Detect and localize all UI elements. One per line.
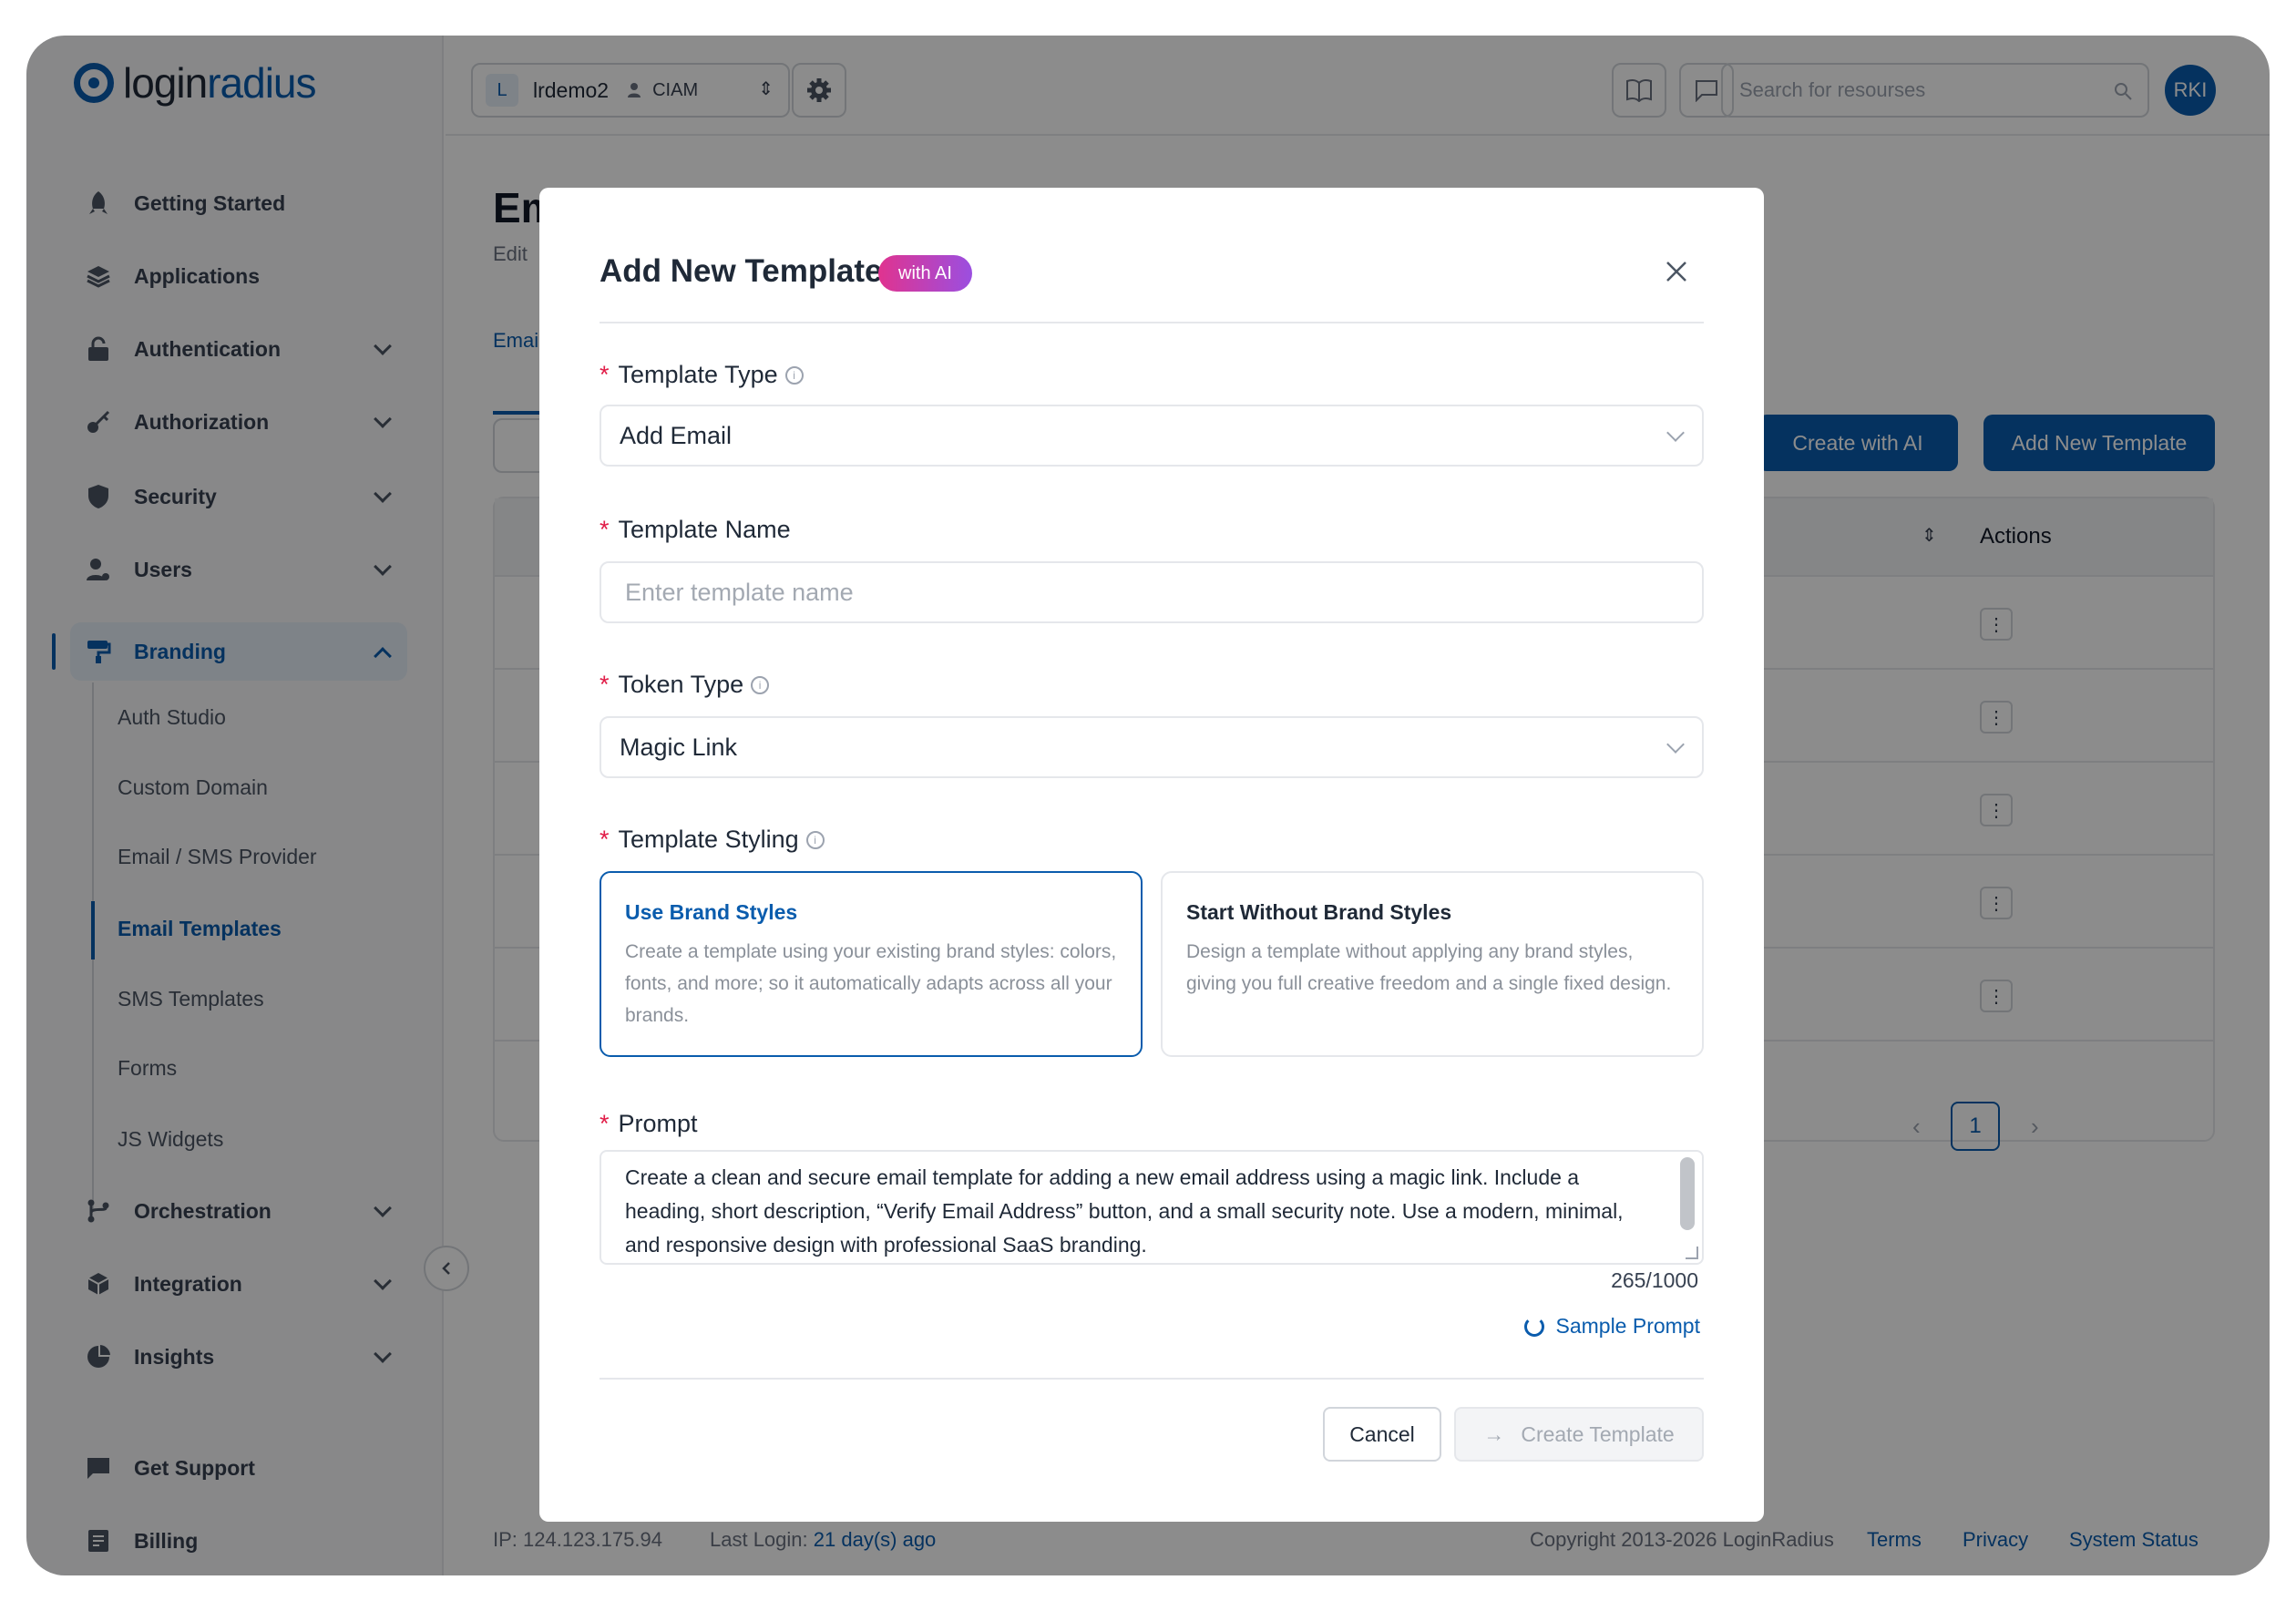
create-template-button[interactable]: → Create Template xyxy=(1454,1407,1704,1462)
start-without-brand-styles-card[interactable]: Start Without Brand Styles Design a temp… xyxy=(1161,871,1704,1057)
required-asterisk: * xyxy=(600,671,610,698)
add-template-modal: Add New Template with AI * Template Type… xyxy=(539,188,1764,1522)
required-asterisk: * xyxy=(600,826,610,853)
info-icon[interactable]: i xyxy=(805,830,825,849)
scrollbar[interactable] xyxy=(1680,1157,1695,1230)
card-title: Start Without Brand Styles xyxy=(1186,900,1452,924)
arrow-right-icon: → xyxy=(1483,1421,1505,1446)
chevron-down-icon xyxy=(1666,735,1685,754)
required-asterisk: * xyxy=(600,1110,610,1137)
sample-prompt-button[interactable]: Sample Prompt xyxy=(1524,1314,1700,1339)
character-count: 265/1000 xyxy=(1611,1268,1698,1292)
template-name-label: * Template Name xyxy=(600,516,791,543)
prompt-text: Create a clean and secure email template… xyxy=(625,1165,1624,1257)
prompt-textarea[interactable]: Create a clean and secure email template… xyxy=(600,1150,1704,1265)
close-icon xyxy=(1666,262,1686,282)
divider xyxy=(600,322,1704,323)
template-styling-label: * Template Styling i xyxy=(600,826,825,854)
chevron-down-icon xyxy=(1666,424,1685,442)
resize-handle[interactable] xyxy=(1686,1247,1698,1259)
refresh-icon xyxy=(1524,1316,1545,1337)
card-description: Create a template using your existing br… xyxy=(625,941,1117,1026)
modal-title: Add New Template xyxy=(600,253,883,289)
token-type-label: * Token Type i xyxy=(600,671,770,699)
info-icon[interactable]: i xyxy=(751,675,770,694)
info-icon[interactable]: i xyxy=(784,365,804,385)
template-type-select[interactable]: Add Email xyxy=(600,405,1704,467)
prompt-label: * Prompt xyxy=(600,1110,698,1137)
token-type-select[interactable]: Magic Link xyxy=(600,716,1704,778)
use-brand-styles-card[interactable]: Use Brand Styles Create a template using… xyxy=(600,871,1143,1057)
card-title: Use Brand Styles xyxy=(625,900,798,924)
required-asterisk: * xyxy=(600,361,610,388)
close-button[interactable] xyxy=(1662,257,1691,286)
card-description: Design a template without applying any b… xyxy=(1186,941,1672,994)
cancel-button[interactable]: Cancel xyxy=(1323,1407,1441,1462)
template-name-input[interactable] xyxy=(600,561,1704,623)
ai-badge: with AI xyxy=(878,255,972,292)
divider xyxy=(600,1378,1704,1380)
template-type-label: * Template Type i xyxy=(600,361,804,389)
required-asterisk: * xyxy=(600,516,610,543)
